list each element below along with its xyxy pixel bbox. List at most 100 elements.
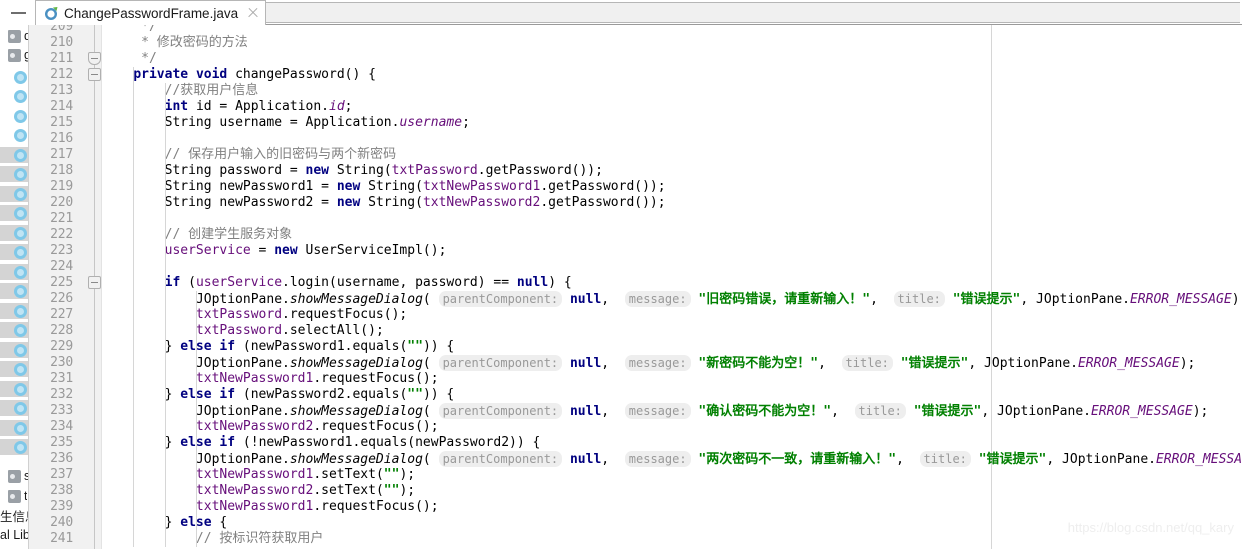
line-number: 224	[50, 259, 73, 274]
code-line[interactable]: userService = new UserServiceImpl();	[102, 243, 447, 259]
code-line[interactable]: txtNewPassword1.requestFocus();	[102, 499, 439, 515]
code-line[interactable]: } else if (!newPassword1.equals(newPassw…	[102, 435, 541, 451]
ide-window: ChangePasswordFrame.java dg st 生信息 al Lib 2…	[0, 0, 1242, 549]
code-line[interactable]: String newPassword2 = new String(txtNewP…	[102, 195, 666, 211]
close-icon[interactable]	[247, 7, 259, 19]
code-line[interactable]: private void changePassword() {	[102, 67, 376, 83]
sidebar-tree-item[interactable]	[0, 225, 28, 241]
line-number: 239	[50, 499, 73, 514]
code-line[interactable]: int id = Application.id;	[102, 99, 353, 115]
line-number: 209	[50, 25, 73, 34]
code-line[interactable]: } else if (newPassword2.equals("")) {	[102, 387, 455, 403]
sidebar-tree-item[interactable]	[0, 108, 28, 124]
parameter-hint: message:	[624, 403, 691, 419]
line-number: 232	[50, 387, 73, 402]
code-line[interactable]: * 修改密码的方法	[102, 35, 248, 51]
line-number: 231	[50, 371, 73, 386]
code-line[interactable]: txtNewPassword1.requestFocus();	[102, 371, 439, 387]
sidebar-tree-item[interactable]	[0, 361, 28, 377]
sidebar-tree-item[interactable]	[0, 166, 28, 182]
line-number: 237	[50, 467, 73, 482]
parameter-hint: title:	[854, 403, 906, 419]
fold-markers-column[interactable]	[88, 25, 102, 549]
code-line[interactable]: JOptionPane.showMessageDialog( parentCom…	[102, 291, 1242, 307]
code-editor[interactable]: 209 210 211 212 213 214 215 216 217 218 219 220 221 2…	[29, 25, 1242, 549]
folder-icon	[8, 48, 21, 62]
sidebar-tree-item[interactable]	[0, 381, 28, 397]
code-text-area[interactable]: */ * 修改密码的方法 */ private void changePassw…	[102, 25, 1242, 549]
code-line[interactable]: txtPassword.requestFocus();	[102, 307, 407, 323]
parameter-hint: parentComponent:	[438, 403, 563, 419]
sidebar-tree-item[interactable]: d	[0, 28, 28, 44]
sidebar-tree-item[interactable]	[0, 264, 28, 280]
code-line[interactable]: JOptionPane.showMessageDialog( parentCom…	[102, 355, 1195, 371]
java-class-icon	[14, 382, 27, 396]
code-line[interactable]: String newPassword1 = new String(txtNewP…	[102, 179, 666, 195]
code-fold-toggle[interactable]	[88, 52, 101, 65]
sidebar-tree-item[interactable]: t	[0, 488, 28, 504]
sidebar-tree-item[interactable]	[0, 283, 28, 299]
watermark: https://blog.csdn.net/qq_kary	[1067, 520, 1234, 535]
code-line[interactable]: String username = Application.username;	[102, 115, 470, 131]
line-number: 214	[50, 99, 73, 114]
sidebar-tree-item[interactable]: al Lib	[0, 527, 29, 543]
right-margin-guide	[991, 25, 992, 549]
sidebar-tree-item[interactable]	[0, 69, 28, 85]
parameter-hint: message:	[624, 355, 691, 371]
code-line[interactable]: txtNewPassword1.setText("");	[102, 467, 415, 483]
code-line[interactable]: JOptionPane.showMessageDialog( parentCom…	[102, 403, 1208, 419]
sidebar-tree-item[interactable]	[0, 322, 28, 338]
code-line[interactable]: */	[102, 51, 157, 67]
sidebar-tree-item[interactable]	[0, 127, 28, 143]
code-line[interactable]: txtPassword.selectAll();	[102, 323, 384, 339]
java-class-icon	[14, 362, 27, 376]
tab-changepasswordframe[interactable]: ChangePasswordFrame.java	[35, 0, 267, 25]
sidebar-tree-item[interactable]: 生信息	[0, 507, 28, 524]
code-line[interactable]: String password = new String(txtPassword…	[102, 163, 603, 179]
code-line[interactable]: txtNewPassword2.requestFocus();	[102, 419, 439, 435]
collapse-sidebar-button[interactable]	[4, 2, 32, 23]
sidebar-tree-item[interactable]	[0, 88, 28, 104]
code-line[interactable]: */	[102, 25, 157, 35]
indent-guide	[133, 67, 135, 547]
sidebar-tree-item[interactable]: g	[0, 47, 28, 63]
sidebar-tree-item[interactable]	[0, 439, 28, 455]
line-number: 229	[50, 339, 73, 354]
code-line[interactable]: txtNewPassword2.setText("");	[102, 483, 415, 499]
code-line[interactable]: } else if (newPassword1.equals("")) {	[102, 339, 455, 355]
code-line[interactable]: //获取用户信息	[102, 83, 259, 99]
sidebar-item-label: al Lib	[0, 528, 29, 542]
line-number: 230	[50, 355, 73, 370]
line-number: 220	[50, 195, 73, 210]
code-fold-toggle[interactable]	[88, 68, 101, 81]
folder-icon	[8, 469, 21, 483]
line-number: 210	[50, 35, 73, 50]
line-number: 216	[50, 131, 73, 146]
code-fold-toggle[interactable]	[88, 276, 101, 289]
code-line[interactable]: // 创建学生服务对象	[102, 227, 292, 243]
code-line[interactable]: if (userService.login(username, password…	[102, 275, 572, 291]
java-class-icon	[14, 421, 27, 435]
parameter-hint: title:	[893, 291, 945, 307]
sidebar-tree-item[interactable]	[0, 147, 28, 163]
java-class-icon	[14, 70, 27, 84]
project-tree-sidebar[interactable]: dg st 生信息 al Lib	[0, 25, 29, 549]
sidebar-tree-item[interactable]	[0, 205, 28, 221]
sidebar-tree-item[interactable]	[0, 400, 28, 416]
code-line[interactable]: JOptionPane.showMessageDialog( parentCom…	[102, 451, 1242, 467]
editor-gutter[interactable]: 209 210 211 212 213 214 215 216 217 218 219 220 221 2…	[29, 25, 101, 549]
line-number: 235	[50, 435, 73, 450]
code-line[interactable]: // 保存用户输入的旧密码与两个新密码	[102, 147, 396, 163]
sidebar-tree-item[interactable]	[0, 342, 28, 358]
parameter-hint: message:	[624, 451, 691, 467]
sidebar-tree-item[interactable]: s	[0, 468, 28, 484]
sidebar-tree-item[interactable]	[0, 303, 28, 319]
sidebar-tree-item[interactable]	[0, 420, 28, 436]
code-line[interactable]: // 按标识符获取用户	[102, 531, 323, 547]
sidebar-tree-item[interactable]	[0, 186, 28, 202]
line-number: 218	[50, 163, 73, 178]
sidebar-tree-item[interactable]	[0, 244, 28, 260]
java-class-icon	[14, 265, 27, 279]
line-number: 225	[50, 275, 73, 290]
line-number: 213	[50, 83, 73, 98]
